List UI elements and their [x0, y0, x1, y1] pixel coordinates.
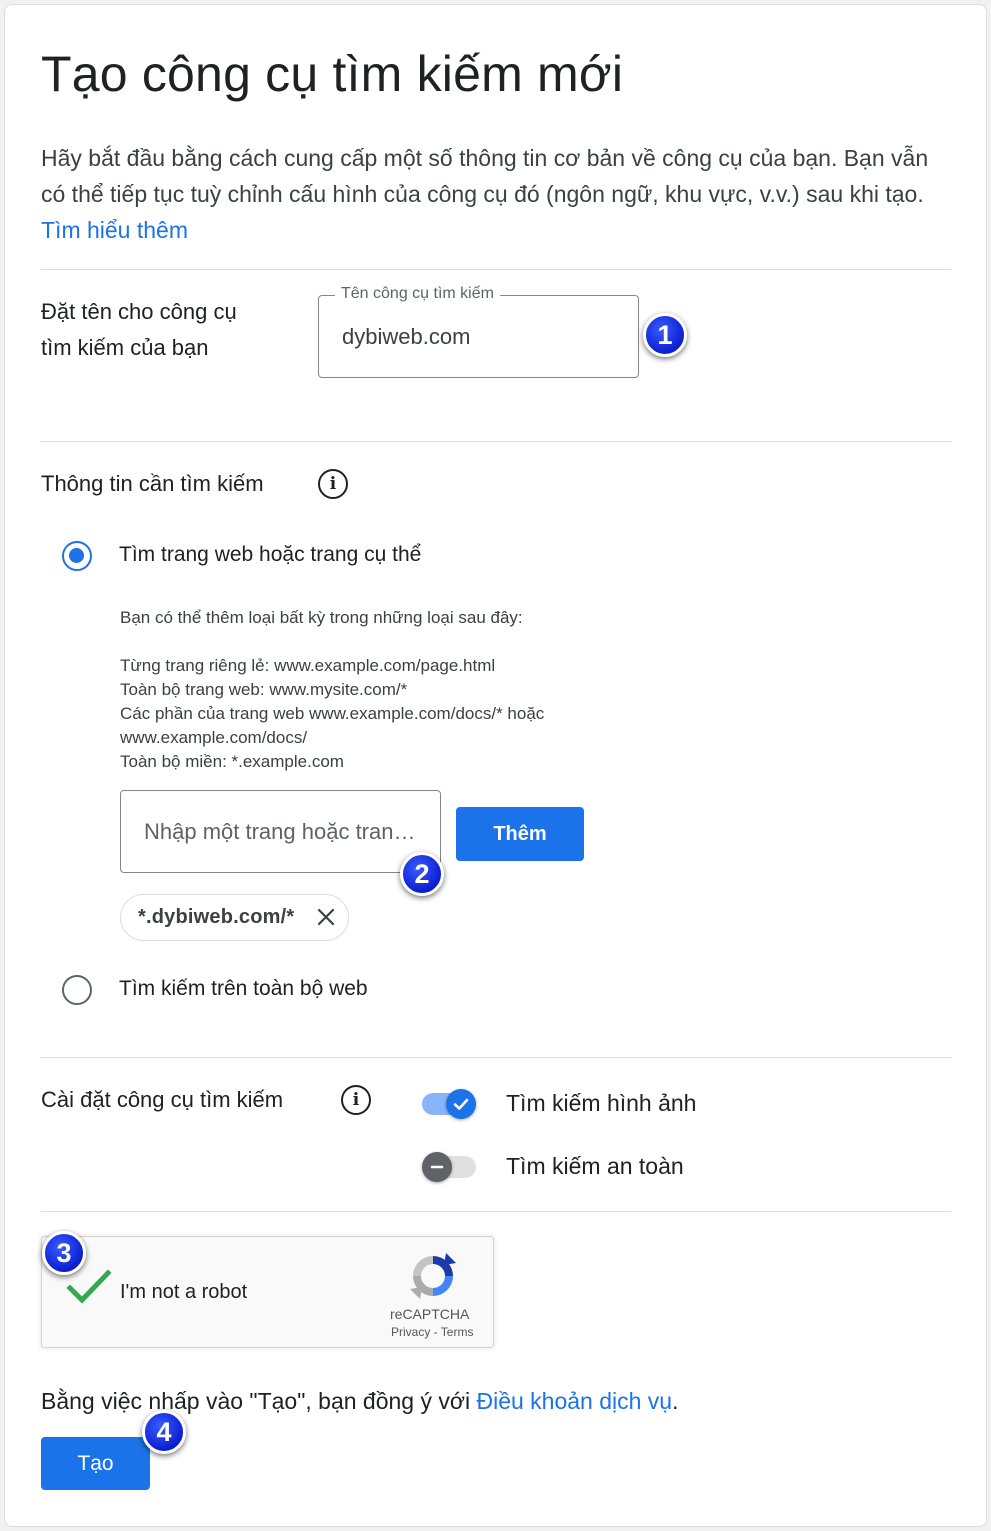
terms-prefix: Bằng việc nhấp vào "Tạo", bạn đồng ý với — [41, 1388, 477, 1414]
site-chip: *.dybiweb.com/* — [120, 894, 349, 941]
create-button[interactable]: Tạo — [41, 1437, 150, 1490]
check-icon — [453, 1098, 469, 1110]
recaptcha-label: I'm not a robot — [120, 1281, 248, 1303]
step-badge: 3 — [42, 1231, 86, 1275]
radio-specific-sites[interactable] — [62, 541, 92, 571]
site-chip-label: *.dybiweb.com/* — [138, 906, 295, 928]
radio-entire-web-label: Tìm kiếm trên toàn bộ web — [119, 977, 368, 1000]
search-engine-name-field[interactable]: Tên công cụ tìm kiếm dybiweb.com — [318, 285, 639, 378]
search-engine-name-value: dybiweb.com — [342, 324, 471, 349]
recaptcha-brand: reCAPTCHA — [390, 1306, 470, 1322]
recaptcha-privacy-link[interactable]: Privacy — [391, 1325, 430, 1339]
help-line: Từng trang riêng lẻ: www.example.com/pag… — [120, 656, 496, 675]
page-title: Tạo công cụ tìm kiếm mới — [41, 46, 624, 102]
radio-specific-sites-label: Tìm trang web hoặc trang cụ thể — [119, 543, 422, 566]
divider — [41, 1211, 951, 1212]
toggle-thumb — [422, 1152, 452, 1182]
learn-more-link[interactable]: Tìm hiểu thêm — [41, 217, 188, 243]
info-icon[interactable]: i — [341, 1085, 371, 1115]
site-url-input[interactable] — [121, 791, 440, 872]
name-section-label: Đặt tên cho công cụ tìm kiếm của bạn — [41, 299, 237, 360]
help-example-list: Từng trang riêng lẻ: www.example.com/pag… — [120, 654, 544, 774]
intro-text: Hãy bắt đầu bằng cách cung cấp một số th… — [41, 140, 941, 248]
settings-label: Cài đặt công cụ tìm kiếm — [41, 1087, 284, 1112]
step-badge: 4 — [142, 1410, 186, 1454]
create-search-engine-card: Tạo công cụ tìm kiếm mới Hãy bắt đầu bằn… — [4, 4, 987, 1527]
safe-search-label: Tìm kiếm an toàn — [506, 1153, 684, 1179]
help-line: Các phần của trang web www.example.com/d… — [120, 704, 545, 723]
minus-icon — [430, 1165, 444, 1169]
step-badge: 2 — [400, 852, 444, 896]
help-intro: Bạn có thể thêm loại bất kỳ trong những … — [120, 608, 523, 627]
search-engine-name-label: Tên công cụ tìm kiếm — [335, 285, 500, 303]
image-search-toggle[interactable] — [422, 1089, 476, 1119]
divider — [41, 269, 951, 270]
divider — [41, 441, 951, 442]
close-icon[interactable] — [316, 907, 336, 927]
image-search-label: Tìm kiếm hình ảnh — [506, 1090, 697, 1116]
recaptcha-logo-icon — [410, 1253, 456, 1299]
radio-entire-web[interactable] — [62, 975, 92, 1005]
add-site-button[interactable]: Thêm — [456, 807, 584, 861]
terms-of-service-link[interactable]: Điều khoản dịch vụ — [476, 1388, 672, 1414]
terms-text: Bằng việc nhấp vào "Tạo", bạn đồng ý với… — [41, 1388, 678, 1415]
intro-description: Hãy bắt đầu bằng cách cung cấp một số th… — [41, 145, 929, 207]
recaptcha-link-separator: - — [430, 1325, 441, 1339]
help-line: Toàn bộ trang web: www.mysite.com/* — [120, 680, 408, 699]
terms-suffix: . — [672, 1388, 679, 1414]
safe-search-toggle[interactable] — [422, 1152, 476, 1182]
info-icon[interactable]: i — [318, 469, 348, 499]
step-badge: 1 — [643, 313, 687, 357]
recaptcha-links: Privacy - Terms — [391, 1325, 473, 1339]
search-scope-label: Thông tin cần tìm kiếm — [41, 471, 264, 496]
divider — [41, 1057, 951, 1058]
help-line: Toàn bộ miền: *.example.com — [120, 752, 344, 771]
recaptcha-widget: I'm not a robot reCAPTCHA Privacy - Term… — [41, 1236, 494, 1348]
toggle-thumb — [446, 1089, 476, 1119]
site-url-input-field[interactable] — [120, 790, 441, 873]
recaptcha-terms-link[interactable]: Terms — [441, 1325, 474, 1339]
help-line: www.example.com/docs/ — [120, 728, 308, 747]
